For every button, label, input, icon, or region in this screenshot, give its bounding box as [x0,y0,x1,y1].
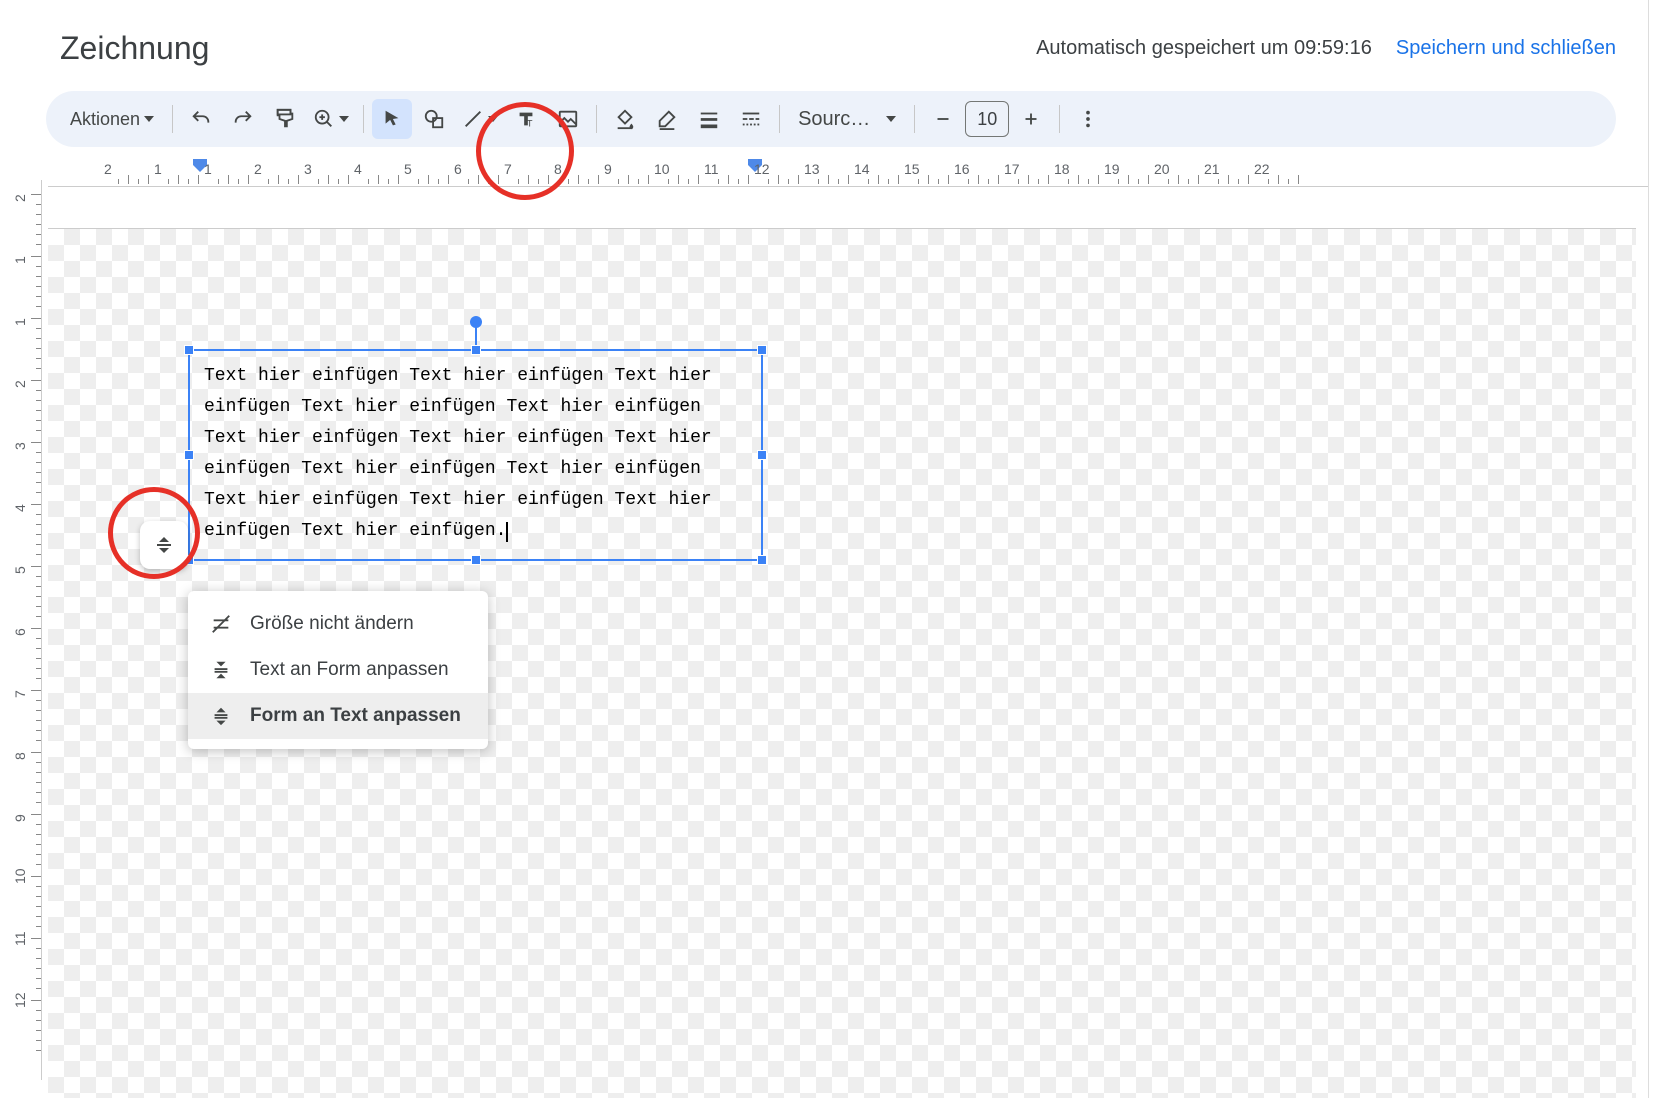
chevron-down-icon [339,116,349,122]
chevron-down-icon [144,116,154,122]
resize-handle-ne[interactable] [757,345,767,355]
resize-shape-icon [210,705,232,727]
border-weight-button[interactable] [689,99,729,139]
zoom-button[interactable] [307,99,355,139]
separator [914,105,915,133]
paint-format-button[interactable] [265,99,305,139]
textbox-content[interactable]: Text hier einfügen Text hier einfügen Te… [204,366,712,541]
font-size-decrease-button[interactable] [923,99,963,139]
dialog-header: Zeichnung Automatisch gespeichert um 09:… [0,0,1656,87]
actions-label: Aktionen [70,109,140,130]
undo-button[interactable] [181,99,221,139]
separator [172,105,173,133]
font-family-dropdown[interactable]: Sourc… [788,108,906,131]
menu-item-shrink-text[interactable]: Text an Form anpassen [188,647,488,693]
border-dash-button[interactable] [731,99,771,139]
separator [1059,105,1060,133]
horizontal-ruler: 2112345678910111213141516171819202122 [48,159,1656,187]
more-options-button[interactable] [1068,99,1108,139]
autofit-button[interactable] [140,521,188,569]
window-edge [1648,0,1656,1098]
drawing-canvas[interactable]: Text hier einfügen Text hier einfügen Te… [48,228,1636,1098]
menu-item-resize-shape[interactable]: Form an Text anpassen [188,693,488,739]
shrink-text-icon [210,659,232,681]
font-label: Sourc… [798,108,870,131]
shape-tool-button[interactable] [414,99,454,139]
text-cursor [506,522,508,542]
header-actions: Automatisch gespeichert um 09:59:16 Spei… [1036,37,1616,60]
textbox-tool-button[interactable]: T [506,99,546,139]
save-and-close-button[interactable]: Speichern und schließen [1396,37,1616,60]
rotate-handle[interactable] [470,316,482,328]
no-autofit-icon [210,613,232,635]
select-tool-button[interactable] [372,99,412,139]
fill-color-button[interactable] [605,99,645,139]
textbox-shape[interactable]: Text hier einfügen Text hier einfügen Te… [188,349,763,561]
image-tool-button[interactable] [548,99,588,139]
menu-label: Text an Form anpassen [250,659,449,681]
redo-button[interactable] [223,99,263,139]
actions-menu-button[interactable]: Aktionen [60,99,164,139]
toolbar: Aktionen T Sourc… 10 [46,91,1616,147]
line-tool-button[interactable] [456,99,504,139]
menu-label: Form an Text anpassen [250,705,461,727]
resize-handle-nw[interactable] [184,345,194,355]
font-size-input[interactable]: 10 [965,101,1009,137]
autofit-menu: Größe nicht ändern Text an Form anpassen… [188,591,488,749]
resize-handle-se[interactable] [757,555,767,565]
chevron-down-icon [886,116,896,122]
resize-handle-w[interactable] [184,450,194,460]
resize-handle-n[interactable] [471,345,481,355]
resize-handle-s[interactable] [471,555,481,565]
separator [596,105,597,133]
chevron-down-icon [488,116,498,122]
dialog-title: Zeichnung [60,30,209,67]
autosave-status: Automatisch gespeichert um 09:59:16 [1036,37,1372,60]
menu-label: Größe nicht ändern [250,613,414,635]
border-color-button[interactable] [647,99,687,139]
separator [363,105,364,133]
vertical-ruler: 21123456789101112 [10,180,42,1080]
separator [779,105,780,133]
resize-handle-e[interactable] [757,450,767,460]
svg-text:T: T [527,118,533,128]
font-size-increase-button[interactable] [1011,99,1051,139]
menu-item-no-resize[interactable]: Größe nicht ändern [188,601,488,647]
